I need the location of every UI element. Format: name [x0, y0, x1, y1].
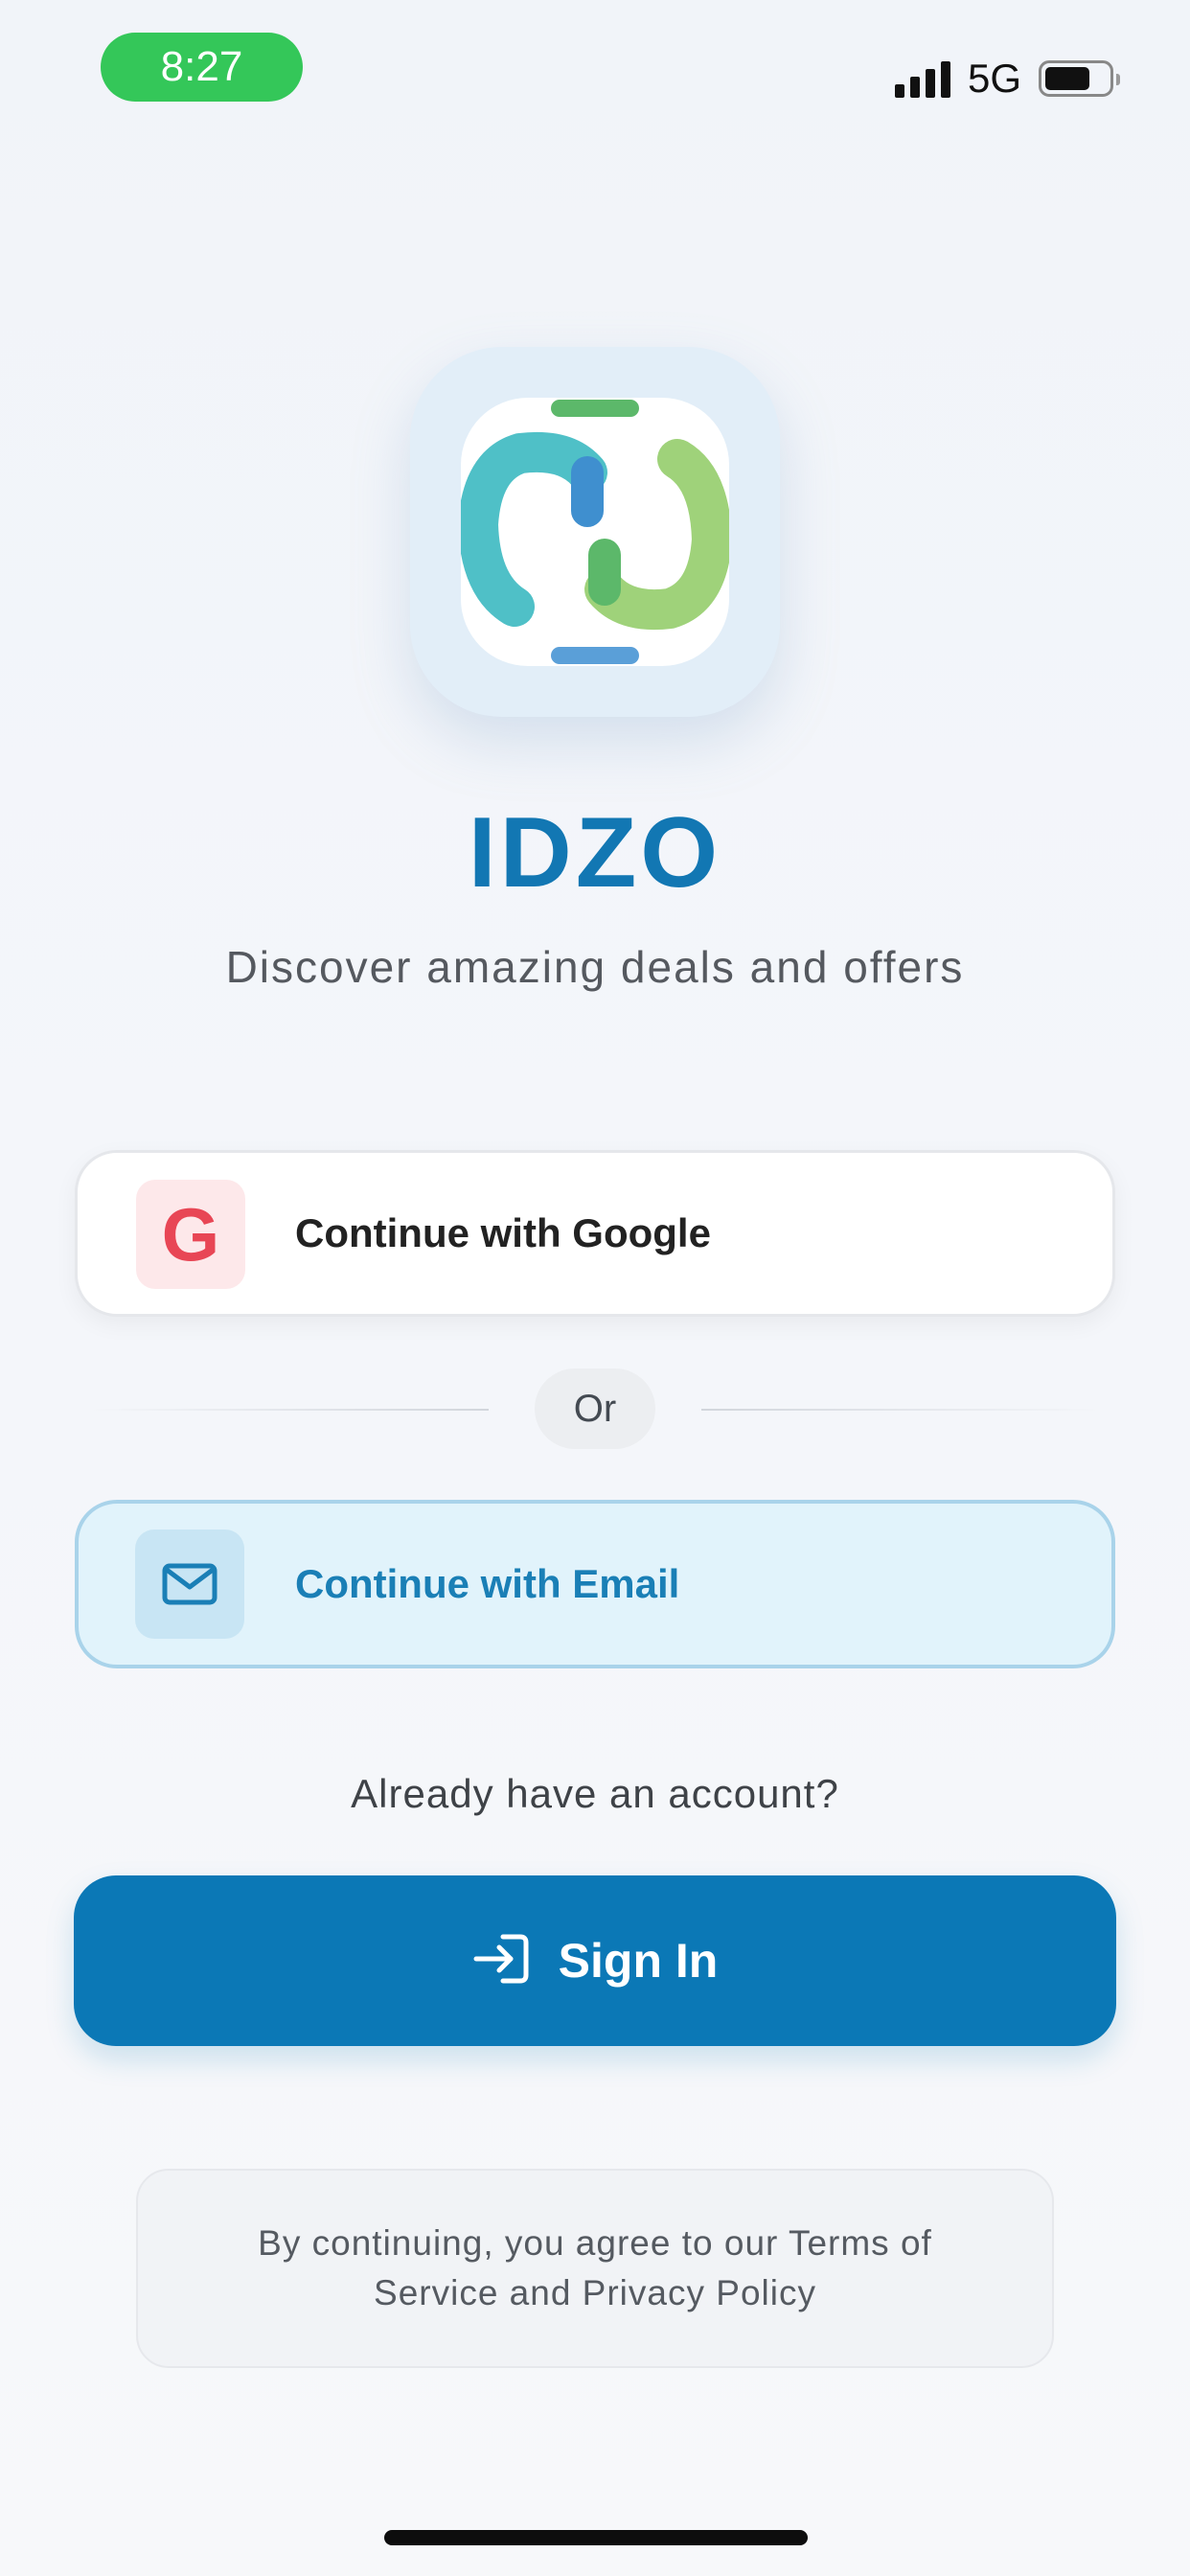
already-have-account-text: Already have an account? — [351, 1771, 839, 1816]
login-arrow-icon — [472, 1933, 530, 1990]
status-time-pill: 8:27 — [101, 33, 303, 102]
app-tagline: Discover amazing deals and offers — [225, 942, 965, 992]
terms-notice: By continuing, you agree to our Terms of… — [136, 2169, 1054, 2368]
divider-line-right — [701, 1409, 1104, 1411]
continue-with-google-button[interactable]: G Continue with Google — [75, 1150, 1115, 1317]
status-indicators: 5G — [894, 54, 1120, 104]
google-button-label: Continue with Google — [295, 1210, 711, 1255]
google-g-icon: G — [136, 1180, 245, 1289]
idzo-logo-icon — [461, 398, 729, 666]
envelope-icon — [135, 1530, 244, 1639]
app-logo — [410, 347, 780, 717]
terms-text[interactable]: By continuing, you agree to our Terms of… — [231, 2219, 959, 2318]
continue-with-email-button[interactable]: Continue with Email — [75, 1500, 1115, 1668]
divider-line-left — [86, 1409, 489, 1411]
email-button-label: Continue with Email — [295, 1561, 680, 1606]
sign-in-button[interactable]: Sign In — [74, 1875, 1116, 2046]
network-type-label: 5G — [967, 56, 1021, 101]
app-title: IDZO — [468, 797, 722, 908]
home-indicator[interactable] — [384, 2530, 808, 2545]
google-g-glyph: G — [161, 1192, 220, 1276]
sign-in-label: Sign In — [558, 1934, 719, 1988]
or-divider-label: Or — [535, 1368, 655, 1449]
login-screen: 8:27 5G IDZO Discover amazing deals and … — [0, 0, 1190, 2576]
cellular-signal-icon — [894, 59, 950, 98]
battery-icon — [1039, 60, 1120, 97]
